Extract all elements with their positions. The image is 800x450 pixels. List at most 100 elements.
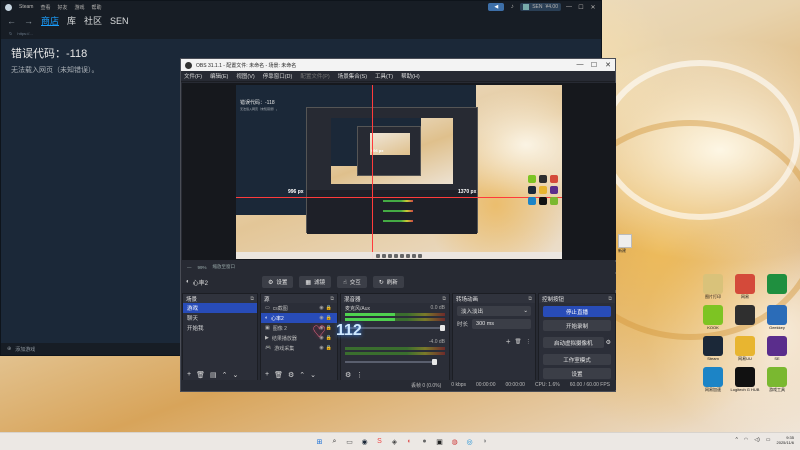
- source-settings-button[interactable]: ⚙ 设置: [262, 276, 294, 288]
- zoom-out-icon[interactable]: —: [187, 265, 192, 270]
- volume-slider[interactable]: [345, 359, 437, 365]
- add-icon[interactable]: +: [187, 371, 191, 378]
- nav-community[interactable]: 社区: [84, 14, 102, 27]
- volume-slider-handle[interactable]: [432, 359, 437, 365]
- menu-view[interactable]: 视图(V): [236, 72, 254, 80]
- steam-menu-friends[interactable]: 好友: [57, 4, 67, 11]
- close-icon[interactable]: ✕: [589, 4, 597, 11]
- desktop-shortcut[interactable]: [730, 305, 760, 330]
- taskbar-app-icon[interactable]: ●: [419, 436, 430, 447]
- menu-help[interactable]: 帮助(H): [401, 72, 420, 80]
- eye-lock-icon[interactable]: ◉🔒: [319, 315, 337, 321]
- wifi-icon[interactable]: ◠: [744, 437, 748, 443]
- source-filters-button[interactable]: ▦ 滤镜: [299, 276, 332, 288]
- desktop-shortcut[interactable]: Geekkey: [762, 305, 792, 330]
- steam-url-text[interactable]: https://...: [17, 31, 32, 36]
- source-refresh-button[interactable]: ↻ 刷新: [372, 276, 404, 288]
- forward-arrow-icon[interactable]: →: [24, 16, 33, 26]
- taskbar-app-icon[interactable]: S: [374, 436, 385, 447]
- undock-icon[interactable]: ⧉: [250, 296, 257, 302]
- menu-file[interactable]: 文件(F): [184, 72, 202, 80]
- add-icon[interactable]: +: [506, 337, 511, 346]
- nav-profile[interactable]: SEN: [110, 16, 129, 26]
- preview-canvas[interactable]: 错误代码：-118 无法载入网页（未知错误）。 996 px 996 px 13…: [236, 85, 562, 259]
- move-up-icon[interactable]: ⌃: [222, 371, 228, 379]
- add-icon[interactable]: +: [265, 371, 269, 378]
- desktop-shortcut[interactable]: 网易加速: [698, 367, 728, 392]
- taskbar-app-icon[interactable]: ⊞: [314, 436, 325, 447]
- steam-menu-games[interactable]: 游戏: [74, 4, 84, 11]
- start-record-button[interactable]: 开始录制: [543, 320, 611, 331]
- menu-edit[interactable]: 编辑(E): [210, 72, 228, 80]
- add-game-icon[interactable]: ⊕: [7, 346, 11, 352]
- source-item[interactable]: 🎮 游戏采集 ◉🔒: [261, 343, 337, 353]
- reload-icon[interactable]: ↻: [9, 31, 12, 36]
- undock-icon[interactable]: ⧉: [528, 296, 535, 302]
- minimize-icon[interactable]: —: [565, 4, 573, 10]
- volume-icon[interactable]: ◁): [754, 437, 760, 443]
- taskbar-app-icon[interactable]: ◐: [404, 436, 415, 447]
- gear-icon[interactable]: ⚙: [288, 371, 294, 379]
- taskbar-app-icon[interactable]: ◉: [359, 436, 370, 447]
- undock-icon[interactable]: ⧉: [442, 296, 449, 302]
- scene-item[interactable]: 开始我: [183, 323, 257, 333]
- desktop-shortcut[interactable]: 网易UU: [730, 336, 760, 361]
- steam-menu-help[interactable]: 帮助: [92, 4, 102, 11]
- taskbar-app-icon[interactable]: ▣: [434, 436, 445, 447]
- maximize-icon[interactable]: ☐: [577, 4, 585, 11]
- desktop-shortcut[interactable]: 图片打印: [698, 274, 728, 299]
- taskbar-app-icon[interactable]: ◎: [464, 436, 475, 447]
- steam-notify-button[interactable]: ◀: [488, 3, 505, 11]
- taskbar-app-icon[interactable]: ◍: [449, 436, 460, 447]
- config-icon[interactable]: ▤: [210, 371, 217, 379]
- duration-field[interactable]: 300 ms: [472, 319, 531, 329]
- zoom-level[interactable]: 99%: [198, 265, 207, 270]
- menu-profile[interactable]: 配置文件(P): [300, 72, 329, 80]
- stop-stream-button[interactable]: 停止直播: [543, 306, 611, 317]
- mixer-settings-icon[interactable]: ⚙: [345, 371, 351, 379]
- menu-tools[interactable]: 工具(T): [375, 72, 393, 80]
- desktop-shortcut[interactable]: [762, 274, 792, 299]
- steam-user-menu[interactable]: SEN ¥4.00: [520, 3, 561, 11]
- undock-icon[interactable]: ⧉: [330, 296, 337, 302]
- kebab-menu-icon[interactable]: ⋮: [526, 339, 532, 345]
- scene-item[interactable]: 游戏: [183, 303, 257, 313]
- battery-icon[interactable]: ▭: [766, 437, 771, 443]
- desktop-shortcut[interactable]: SE: [762, 336, 792, 361]
- eye-lock-icon[interactable]: ◉🔒: [319, 345, 337, 351]
- trash-icon[interactable]: 🗑: [274, 371, 283, 379]
- desktop-shortcut[interactable]: 游戏工具: [762, 367, 792, 392]
- volume-slider-handle[interactable]: [440, 325, 445, 331]
- menu-docks[interactable]: 停靠窗口(D): [263, 72, 293, 80]
- minimize-icon[interactable]: —: [573, 61, 587, 69]
- settings-button[interactable]: 设置: [543, 368, 611, 379]
- desktop-shortcut[interactable]: 网易: [730, 274, 760, 299]
- nav-library[interactable]: 库: [67, 14, 76, 27]
- move-down-icon[interactable]: ⌄: [232, 371, 238, 379]
- back-arrow-icon[interactable]: ←: [7, 16, 16, 26]
- source-interact-button[interactable]: ☝ 交互: [337, 276, 367, 288]
- maximize-icon[interactable]: ☐: [587, 61, 601, 69]
- zoom-mode[interactable]: 缩放至窗口: [213, 264, 236, 270]
- nav-store[interactable]: 商店: [41, 14, 59, 27]
- taskbar-app-icon[interactable]: ◈: [389, 436, 400, 447]
- desktop-shortcut[interactable]: Logitech G HUB: [730, 367, 760, 392]
- obs-preview[interactable]: 错误代码：-118 无法载入网页（未知错误）。 996 px 996 px 13…: [182, 83, 616, 260]
- add-game-label[interactable]: 添加游戏: [15, 346, 35, 353]
- move-down-icon[interactable]: ⌄: [310, 371, 316, 379]
- bell-icon[interactable]: ♪: [508, 4, 516, 10]
- studio-mode-button[interactable]: 工作室模式: [543, 354, 611, 365]
- taskbar-app-icon[interactable]: ▭: [344, 436, 355, 447]
- trash-icon[interactable]: 🗑: [515, 339, 522, 345]
- eye-lock-icon[interactable]: ◉🔒: [319, 305, 337, 311]
- chevron-up-icon[interactable]: ^: [736, 437, 738, 443]
- desktop-shortcut[interactable]: Steam: [698, 336, 728, 361]
- steam-menu-view[interactable]: 查看: [40, 4, 50, 11]
- steam-menu-steam[interactable]: Steam: [19, 4, 33, 10]
- trash-icon[interactable]: 🗑: [196, 371, 205, 379]
- scene-item[interactable]: 聊天: [183, 313, 257, 323]
- menu-scene-collection[interactable]: 场景集合(S): [338, 72, 367, 80]
- virtual-cam-button[interactable]: 启动虚拟摄像机: [543, 337, 604, 348]
- taskbar-app-icon[interactable]: ◑: [479, 436, 490, 447]
- desktop-shortcut[interactable]: KOOK: [698, 305, 728, 330]
